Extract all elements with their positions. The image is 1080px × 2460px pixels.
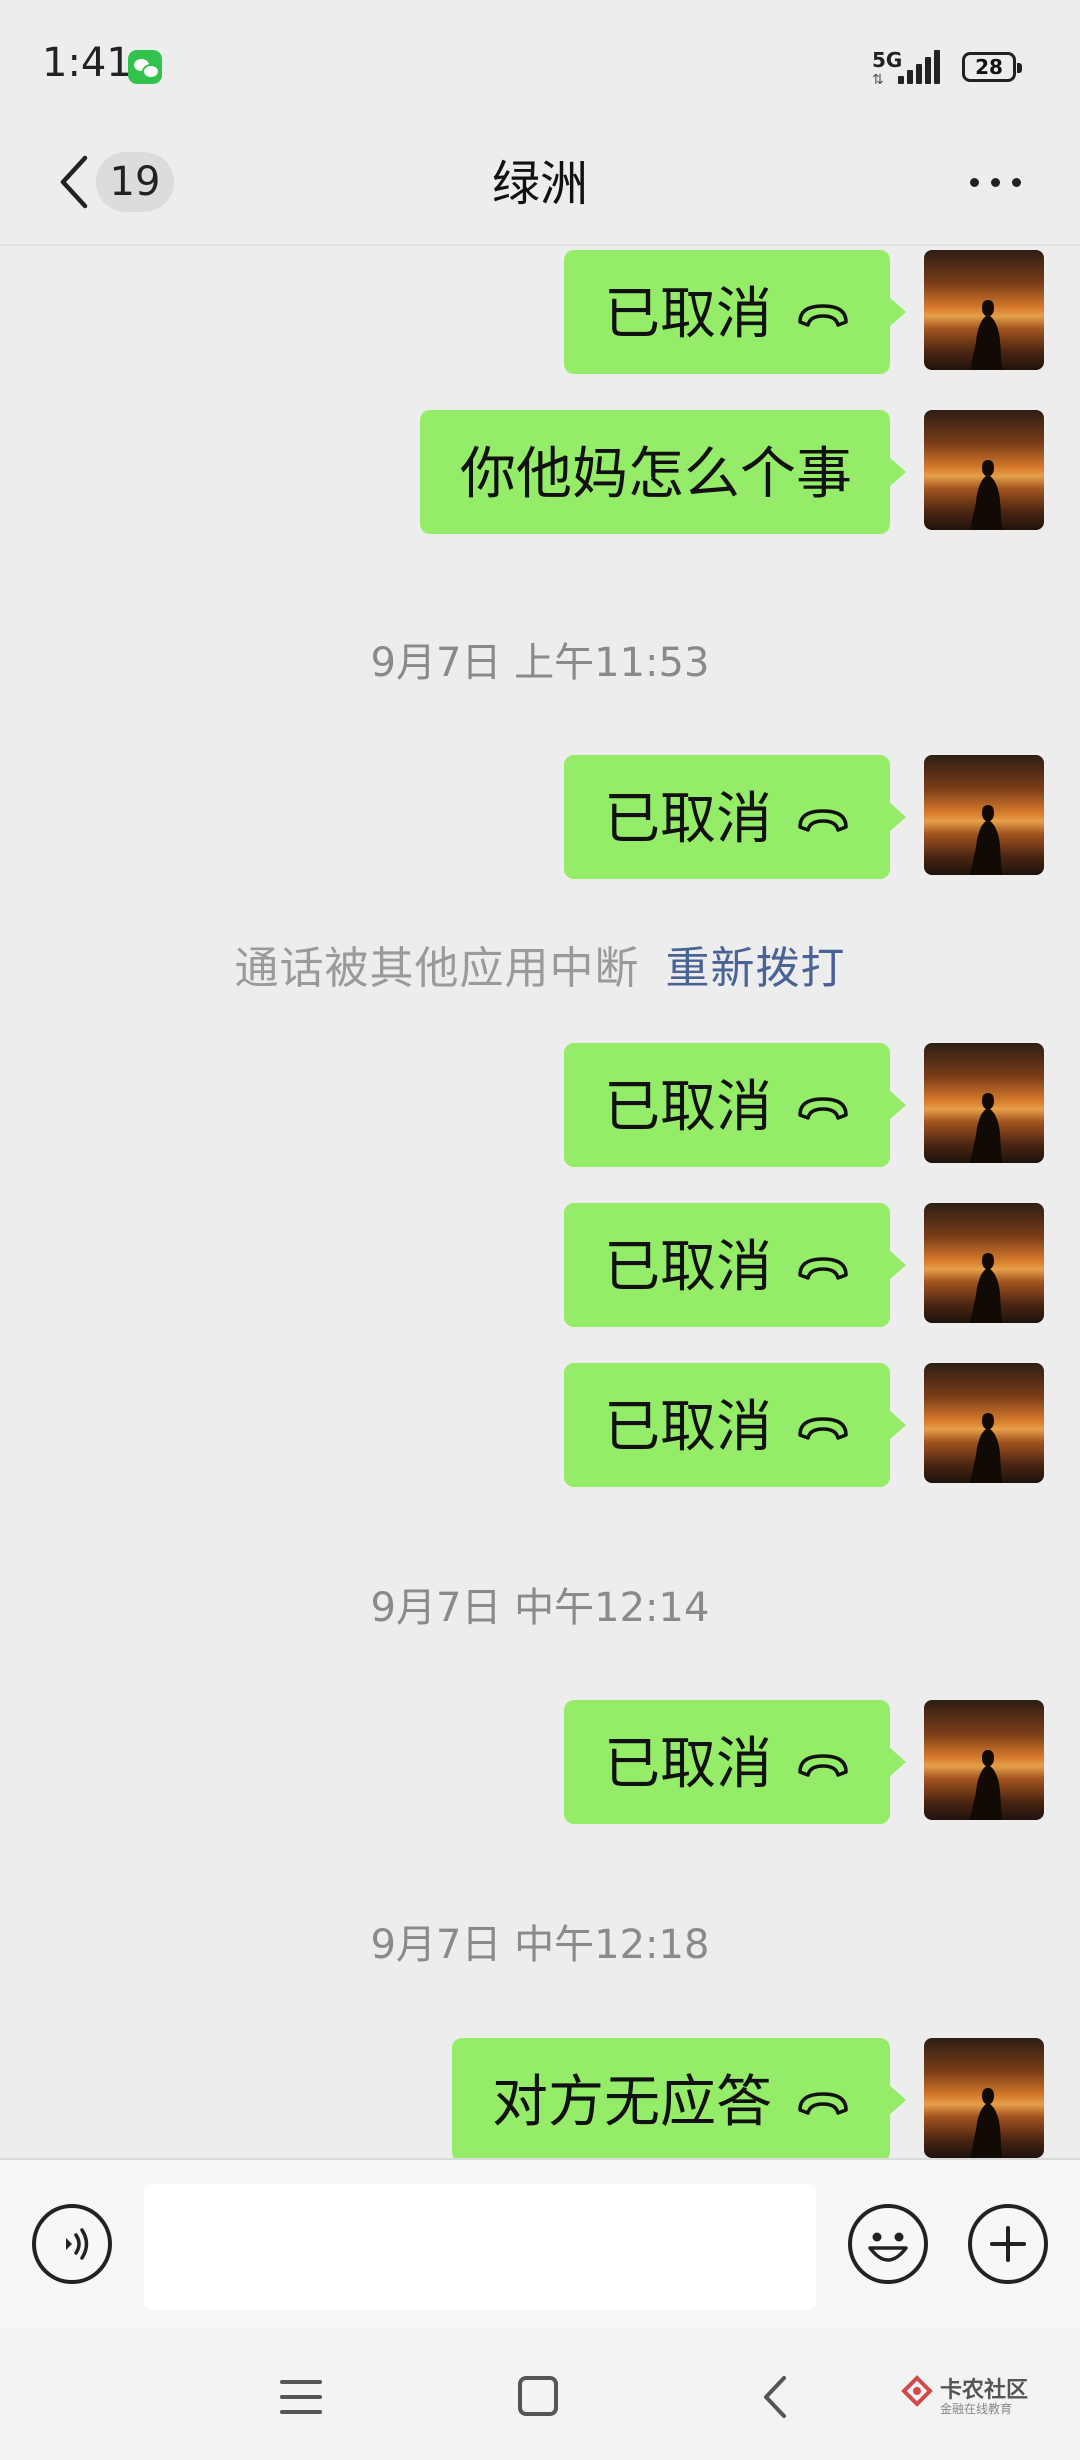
- timestamp: 9月7日 中午12:18: [370, 1922, 710, 1968]
- message-text: 已取消: [604, 1731, 772, 1797]
- avatar[interactable]: [924, 1203, 1044, 1323]
- wechat-notification-icon: [128, 50, 162, 84]
- timestamp: 9月7日 中午12:14: [370, 1585, 710, 1631]
- system-notice: 通话被其他应用中断 重新拨打: [0, 932, 1080, 996]
- message-text: 已取消: [604, 1074, 772, 1140]
- input-bar: [0, 2158, 1080, 2328]
- message-text: 已取消: [604, 1394, 772, 1460]
- hang-up-icon: [798, 304, 848, 327]
- voice-icon[interactable]: [32, 2204, 112, 2284]
- message-text: 已取消: [604, 281, 772, 347]
- message-bubble[interactable]: 对方无应答: [452, 2038, 906, 2162]
- avatar[interactable]: [924, 1043, 1044, 1163]
- message-row: 已取消: [0, 250, 1080, 374]
- system-notice-text: 通话被其他应用中断: [234, 943, 640, 994]
- message-row: 已取消: [0, 1363, 1080, 1487]
- page-title: 绿洲: [491, 156, 588, 212]
- battery-icon: 28: [962, 52, 1022, 82]
- message-bubble[interactable]: 已取消: [564, 755, 906, 879]
- timestamp: 9月7日 上午11:53: [370, 640, 710, 686]
- message-row: 已取消: [0, 1203, 1080, 1327]
- message-row: 已取消: [0, 755, 1080, 879]
- chat-header: 19 绿洲: [0, 130, 1080, 246]
- message-text: 你他妈怎么个事: [460, 441, 852, 507]
- hang-up-icon: [798, 1754, 848, 1777]
- message-bubble[interactable]: 已取消: [564, 1363, 906, 1487]
- message-bubble[interactable]: 已取消: [564, 1700, 906, 1824]
- more-dots-icon[interactable]: [966, 170, 1026, 194]
- hang-up-icon: [798, 1097, 848, 1120]
- message-row: 已取消: [0, 1043, 1080, 1167]
- hang-up-icon: [798, 2092, 848, 2115]
- message-bubble[interactable]: 已取消: [564, 1043, 906, 1167]
- message-row: 对方无应答: [0, 2038, 1080, 2162]
- hang-up-icon: [798, 1417, 848, 1440]
- hang-up-icon: [798, 1257, 848, 1280]
- back-icon[interactable]: [760, 2374, 790, 2420]
- watermark-logo: 卡农社区 金融在线教育: [900, 2372, 1050, 2422]
- message-row: 已取消: [0, 1700, 1080, 1824]
- menu-icon[interactable]: [280, 2380, 322, 2414]
- avatar[interactable]: [924, 1700, 1044, 1820]
- watermark-icon: [901, 2375, 933, 2407]
- home-icon[interactable]: [518, 2376, 558, 2416]
- avatar[interactable]: [924, 250, 1044, 370]
- avatar[interactable]: [924, 2038, 1044, 2158]
- message-row: 你他妈怎么个事: [0, 410, 1080, 534]
- status-time: 1:41: [42, 40, 132, 86]
- avatar[interactable]: [924, 410, 1044, 530]
- header-divider: [0, 244, 1080, 246]
- message-input[interactable]: [144, 2184, 816, 2310]
- status-bar: 1:41 5G ⇅ 28: [0, 0, 1080, 130]
- watermark-subtitle: 金融在线教育: [940, 2402, 1013, 2416]
- hang-up-icon: [798, 809, 848, 832]
- signal-icon: [898, 50, 940, 84]
- plus-icon[interactable]: [968, 2204, 1048, 2284]
- message-bubble[interactable]: 已取消: [564, 1203, 906, 1327]
- emoji-icon[interactable]: [848, 2204, 928, 2284]
- data-activity-icon: ⇅: [872, 72, 884, 88]
- avatar[interactable]: [924, 755, 1044, 875]
- message-text: 已取消: [604, 1234, 772, 1300]
- system-nav-bar: 卡农社区 金融在线教育: [0, 2328, 1080, 2460]
- message-bubble[interactable]: 你他妈怎么个事: [420, 410, 906, 534]
- redial-link[interactable]: 重新拨打: [666, 943, 846, 994]
- message-text: 对方无应答: [492, 2069, 772, 2135]
- avatar[interactable]: [924, 1363, 1044, 1483]
- message-bubble[interactable]: 已取消: [564, 250, 906, 374]
- message-text: 已取消: [604, 786, 772, 852]
